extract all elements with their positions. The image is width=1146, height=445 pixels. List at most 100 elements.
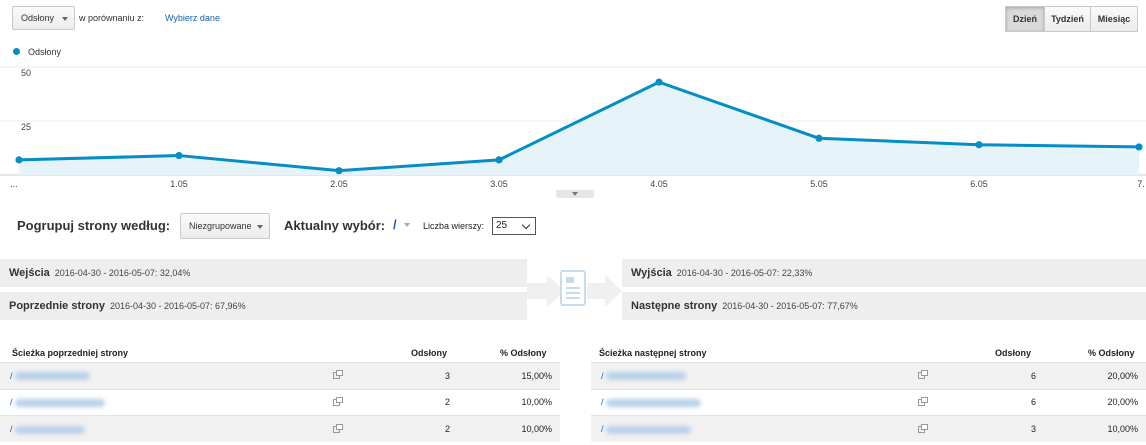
current-selection-link[interactable]: /	[393, 217, 397, 232]
prev-views-header[interactable]: Odsłony	[411, 348, 447, 358]
group-by-select[interactable]: Niezgrupowane	[180, 213, 270, 239]
views-cell: 3	[990, 415, 1036, 442]
series-area	[19, 82, 1139, 175]
open-link-cell	[333, 362, 410, 389]
views-cell: 2	[410, 415, 450, 442]
redacted-path	[14, 425, 85, 434]
path-link[interactable]: /	[10, 397, 13, 407]
redacted-path	[605, 398, 701, 407]
x-tick-label: 2.05	[330, 179, 348, 189]
next-views-header[interactable]: Odsłony	[995, 348, 1031, 358]
external-link-icon[interactable]	[333, 370, 343, 380]
dropdown-caret-icon	[62, 17, 68, 21]
external-link-icon[interactable]	[918, 423, 928, 433]
legend-label[interactable]: Odsłony	[28, 47, 61, 57]
table-row: / 3 15,00%	[0, 362, 560, 389]
path-cell[interactable]: /	[0, 415, 333, 442]
exits-value: 2016-04-30 - 2016-05-07: 22,33%	[676, 268, 813, 278]
views-cell: 2	[410, 388, 450, 416]
data-point[interactable]	[975, 141, 983, 149]
views-cell: 6	[990, 362, 1036, 389]
rows-count-value: 25	[496, 220, 508, 231]
metric-select[interactable]: Odsłony	[12, 6, 75, 30]
chart-collapse-toggle[interactable]	[556, 190, 594, 198]
next-pages-table: / 6 20,00% / 6 20,00% / 3 10,00%	[591, 362, 1146, 442]
path-cell[interactable]: /	[0, 388, 333, 416]
rows-count-select[interactable]: 25	[492, 217, 536, 235]
previous-pages-summary: Poprzednie strony 2016-04-30 - 2016-05-0…	[0, 292, 527, 320]
pct-cell: 15,00%	[450, 362, 560, 389]
path-cell[interactable]: /	[591, 415, 918, 442]
exits-summary: Wyjścia 2016-04-30 - 2016-05-07: 22,33%	[622, 259, 1146, 287]
open-link-cell	[918, 362, 990, 389]
x-tick-label: 3.05	[490, 179, 508, 189]
x-tick-label: 5.05	[810, 179, 828, 189]
data-point[interactable]	[335, 167, 343, 175]
next-pct-header[interactable]: % Odsłony	[1088, 348, 1135, 358]
views-cell: 6	[990, 388, 1036, 416]
prev-pages-table: / 3 15,00% / 2 10,00% / 2 10,00%	[0, 362, 560, 442]
period-day-button[interactable]: Dzień	[1005, 6, 1045, 32]
redacted-path	[14, 372, 90, 381]
entrances-label: Wejścia	[9, 267, 50, 279]
path-cell[interactable]: /	[0, 362, 333, 389]
x-tick-label: 7.	[1137, 179, 1145, 189]
table-row: / 3 10,00%	[591, 415, 1146, 442]
legend-marker	[13, 48, 20, 55]
compare-link[interactable]: Wybierz dane	[165, 13, 220, 23]
data-point[interactable]	[655, 78, 663, 86]
table-row: / 2 10,00%	[0, 415, 560, 442]
period-month-button[interactable]: Miesiąc	[1090, 6, 1138, 32]
open-link-cell	[918, 388, 990, 416]
data-point[interactable]	[175, 151, 183, 160]
open-link-cell	[918, 415, 990, 442]
period-week-button[interactable]: Tydzień	[1044, 6, 1091, 32]
data-point[interactable]	[1135, 143, 1143, 151]
prev-pct-header[interactable]: % Odsłony	[500, 348, 547, 358]
open-link-cell	[333, 388, 410, 416]
next-path-header[interactable]: Ścieżka następnej strony	[599, 348, 707, 358]
path-link[interactable]: /	[601, 424, 604, 434]
pct-cell: 20,00%	[1036, 388, 1146, 416]
prev-path-header[interactable]: Ścieżka poprzedniej strony	[12, 348, 128, 358]
current-selection-label: Aktualny wybór:	[284, 218, 386, 233]
external-link-icon[interactable]	[918, 396, 928, 406]
next-pages-label: Następne strony	[631, 300, 718, 312]
y-tick-label: 50	[21, 68, 31, 78]
previous-pages-value: 2016-04-30 - 2016-05-07: 67,96%	[109, 301, 246, 311]
path-cell[interactable]: /	[591, 388, 918, 416]
page-flow-icon	[527, 270, 622, 307]
chevron-down-icon	[572, 192, 578, 196]
next-pages-value: 2016-04-30 - 2016-05-07: 77,67%	[722, 301, 858, 311]
path-cell[interactable]: /	[591, 362, 918, 389]
y-tick-label: 25	[21, 122, 31, 132]
redacted-path	[605, 425, 691, 434]
external-link-icon[interactable]	[918, 370, 928, 380]
redacted-path	[605, 372, 686, 381]
chevron-down-icon	[521, 220, 531, 230]
table-row: / 6 20,00%	[591, 362, 1146, 389]
pct-cell: 10,00%	[450, 388, 560, 416]
data-point[interactable]	[15, 156, 23, 164]
path-link[interactable]: /	[601, 371, 604, 381]
dropdown-caret-icon	[257, 225, 263, 229]
external-link-icon[interactable]	[333, 396, 343, 406]
path-link[interactable]: /	[10, 371, 13, 381]
path-link[interactable]: /	[10, 424, 13, 434]
entrances-value: 2016-04-30 - 2016-05-07: 32,04%	[54, 268, 191, 278]
period-switch: Dzień Tydzień Miesiąc	[1005, 6, 1138, 32]
x-tick-label: 6.05	[970, 179, 988, 189]
data-point[interactable]	[495, 156, 503, 164]
group-by-value: Niezgrupowane	[189, 221, 252, 231]
chevron-down-icon[interactable]	[404, 223, 410, 227]
views-chart[interactable]: 50 25 ... 1.05 2.05 3.05 4.05 5.05 6.05 7.	[0, 60, 1146, 190]
previous-pages-label: Poprzednie strony	[9, 300, 105, 312]
pct-cell: 20,00%	[1036, 362, 1146, 389]
external-link-icon[interactable]	[333, 423, 343, 433]
table-row: / 6 20,00%	[591, 388, 1146, 416]
path-link[interactable]: /	[601, 397, 604, 407]
x-tick-label: 4.05	[650, 179, 668, 189]
next-pages-summary: Następne strony 2016-04-30 - 2016-05-07:…	[622, 292, 1146, 320]
data-point[interactable]	[815, 134, 823, 142]
open-link-cell	[333, 415, 410, 442]
